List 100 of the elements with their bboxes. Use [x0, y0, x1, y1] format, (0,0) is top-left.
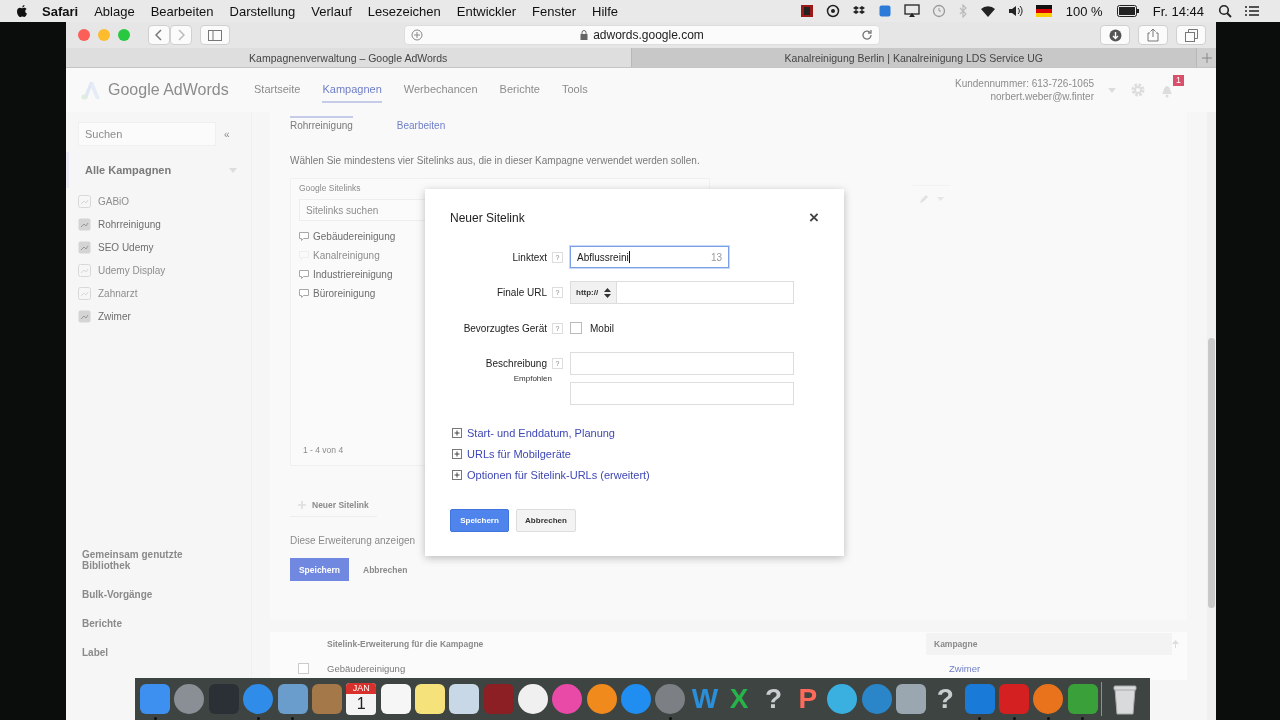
calendar-icon[interactable]: JAN 1: [346, 683, 377, 715]
back-button[interactable]: [148, 25, 170, 45]
sidebar-link[interactable]: Label: [82, 647, 202, 658]
download-button[interactable]: [1100, 25, 1130, 45]
campaign-link[interactable]: Udemy Display: [98, 265, 166, 276]
all-campaigns-item[interactable]: Alle Kampagnen: [85, 164, 172, 176]
sidebar-link[interactable]: Gemeinsam genutzte Bibliothek: [82, 549, 202, 571]
expand-icon[interactable]: [452, 427, 462, 438]
character-counter: 13: [710, 251, 722, 263]
breadcrumb-tab[interactable]: Bearbeiten: [396, 115, 446, 133]
description-field[interactable]: [570, 382, 794, 405]
save-button[interactable]: Speichern: [450, 509, 509, 532]
cancel-button[interactable]: Abbrechen: [516, 509, 576, 532]
menu-item[interactable]: Lesezeichen: [359, 3, 449, 19]
checkbox[interactable]: [570, 322, 582, 334]
menu-item[interactable]: Entwickler: [448, 3, 524, 19]
table-cell[interactable]: Zwimer: [941, 656, 1187, 680]
sitelink-item[interactable]: Industriereinigung: [313, 269, 393, 280]
campaign-link[interactable]: Zahnarzt: [98, 288, 138, 299]
app-icon[interactable]: ?: [765, 684, 783, 714]
menu-item[interactable]: Safari: [34, 3, 87, 19]
menu-item[interactable]: Hilfe: [584, 3, 627, 19]
checkbox[interactable]: [298, 662, 309, 674]
expand-icon[interactable]: [452, 469, 462, 480]
field-label: Linktext: [512, 251, 547, 263]
scrollbar[interactable]: [1207, 112, 1216, 720]
flag-icon[interactable]: [1035, 5, 1052, 17]
wifi-icon[interactable]: [979, 4, 996, 18]
nav-link[interactable]: Tools: [561, 77, 588, 103]
speaker-icon[interactable]: [1007, 4, 1024, 18]
menu-icon[interactable]: [1244, 4, 1260, 18]
tabs-button[interactable]: [1176, 25, 1206, 45]
sidebar-link[interactable]: Berichte: [82, 618, 202, 629]
film-icon[interactable]: [799, 4, 814, 18]
share-icon: [1147, 28, 1159, 42]
share-button[interactable]: [1138, 25, 1168, 45]
column-header[interactable]: Kampagne: [926, 633, 1172, 655]
circle-icon[interactable]: [825, 4, 840, 18]
reload-icon[interactable]: [861, 29, 873, 41]
address-bar[interactable]: adwords.google.com: [404, 25, 880, 45]
campaign-link[interactable]: SEO Udemy: [98, 242, 154, 253]
collapse-button[interactable]: «: [224, 128, 230, 140]
app-icon[interactable]: W: [691, 684, 719, 714]
nav-link[interactable]: Startseite: [254, 77, 301, 103]
expand-link[interactable]: Start- und Enddatum, Planung: [467, 426, 615, 439]
app-icon[interactable]: ?: [936, 684, 954, 714]
menu-item[interactable]: Verlauf: [303, 3, 360, 19]
nav-link[interactable]: Kampagnen: [322, 77, 382, 103]
instruction-text: Wählen Sie mindestens vier Sitelinks aus, die in dieser Kampagne verwendet werden sollen.: [290, 155, 701, 166]
app-icon[interactable]: X: [729, 684, 749, 714]
save-button[interactable]: Speichern: [290, 558, 349, 581]
forward-button[interactable]: [170, 25, 192, 45]
zoom-button[interactable]: [118, 29, 130, 41]
sidebar-link[interactable]: Bulk-Vorgänge: [82, 589, 202, 600]
app-icon[interactable]: [518, 684, 549, 714]
column-header[interactable]: Sitelink-Erweiterung für die Kampagne: [327, 639, 926, 649]
sitelink-item[interactable]: Gebäudereinigung: [313, 231, 396, 242]
expand-link[interactable]: URLs für Mobilgeräte: [467, 447, 571, 460]
expand-link[interactable]: Optionen für Sitelink-URLs (erweitert): [467, 468, 650, 481]
app-icon[interactable]: [827, 684, 858, 714]
protocol-select[interactable]: http://: [571, 282, 618, 303]
clock-icon[interactable]: [931, 4, 946, 18]
campaign-link[interactable]: Rohrreinigung: [98, 219, 161, 230]
text-field[interactable]: Abflussreini 13: [570, 246, 729, 268]
browser-tab[interactable]: Kanalreinigung Berlin | Kanalreinigung LDS Service UG: [630, 48, 1196, 67]
close-button[interactable]: ×: [809, 211, 819, 225]
nav-link[interactable]: Berichte: [499, 77, 540, 103]
app-icon[interactable]: [449, 684, 480, 714]
airplay-icon[interactable]: [903, 4, 920, 18]
app-icon[interactable]: [896, 684, 926, 714]
battery-icon: [1116, 5, 1139, 17]
app-icon[interactable]: [586, 684, 617, 714]
browser-tab[interactable]: Kampagnenverwaltung – Google AdWords: [66, 48, 631, 67]
square-icon[interactable]: [877, 4, 892, 18]
campaign-link[interactable]: GABiO: [98, 196, 130, 207]
chevron-right-icon: [177, 29, 185, 41]
download-icon: [1108, 28, 1122, 42]
description-field[interactable]: [570, 352, 794, 375]
sitelink-item[interactable]: Büroreinigung: [313, 288, 376, 299]
app-icon[interactable]: P: [798, 684, 818, 714]
menu-item[interactable]: Fenster: [524, 3, 585, 19]
search-field[interactable]: Suchen: [78, 122, 216, 146]
new-sitelink-button[interactable]: Neuer Sitelink: [290, 494, 377, 517]
trash-icon[interactable]: [1112, 683, 1138, 715]
nav-link[interactable]: Werbechancen: [403, 77, 478, 103]
expand-icon[interactable]: [452, 448, 462, 459]
close-button[interactable]: [78, 29, 90, 41]
url-field[interactable]: http://: [570, 281, 794, 304]
search-icon[interactable]: [1218, 4, 1232, 18]
clock[interactable]: Fr. 14:44: [1144, 3, 1212, 19]
cancel-button[interactable]: Abbrechen: [363, 564, 408, 575]
sidebar-button[interactable]: [200, 25, 230, 45]
campaign-link[interactable]: Zwimer: [98, 311, 131, 322]
menu-item[interactable]: Bearbeiten: [142, 3, 222, 19]
panel-title: Google Sitelinks: [299, 182, 362, 195]
app-icon[interactable]: [414, 684, 445, 714]
menu-item[interactable]: Darstellung: [221, 3, 304, 19]
breadcrumb-tab[interactable]: Rohrreinigung: [290, 115, 353, 133]
app-icon[interactable]: [380, 684, 411, 714]
menu-item[interactable]: Ablage: [86, 3, 143, 19]
